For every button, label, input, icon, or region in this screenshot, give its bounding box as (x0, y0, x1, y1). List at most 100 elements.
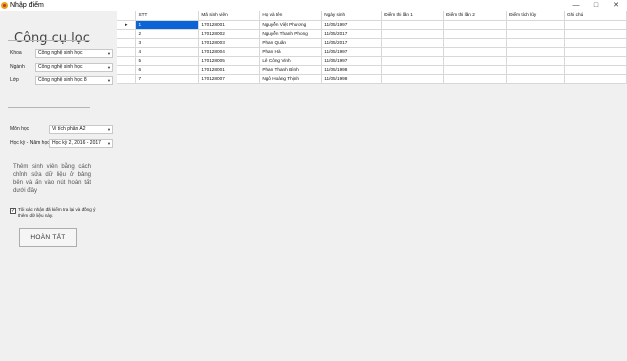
table-cell[interactable] (381, 38, 445, 48)
table-row[interactable]: 4 170128004 Phan Hà 11/05/1997 (117, 47, 627, 57)
table-cell[interactable]: 11/05/2017 (321, 29, 383, 39)
lop-label: Lớp (10, 77, 19, 83)
table-cell[interactable]: Phan Quân (259, 38, 323, 48)
table-cell[interactable] (564, 56, 627, 66)
table-cell[interactable] (564, 38, 627, 48)
table-cell[interactable] (443, 29, 508, 39)
filter-sidebar: Công cụ lọc Khoa Công nghệ sinh học ▼ Ng… (0, 11, 117, 361)
table-cell[interactable] (443, 47, 508, 57)
nganh-select[interactable]: Công nghệ sinh học ▼ (35, 63, 113, 72)
hoc-ky-select[interactable]: Học kỳ 2, 2016 - 2017 ▼ (49, 139, 113, 148)
table-cell[interactable]: 170128007 (198, 74, 261, 84)
column-header[interactable]: Ghi chú (564, 11, 627, 21)
lop-select[interactable]: Công nghệ sinh học 8 ▼ (35, 76, 113, 85)
table-cell[interactable] (506, 38, 566, 48)
table-cell[interactable] (564, 20, 627, 30)
table-cell[interactable]: Ngô Hoàng Thịnh (259, 74, 323, 84)
table-cell[interactable]: 170128003 (198, 38, 261, 48)
table-cell[interactable]: Lê Công Vinh (259, 56, 323, 66)
maximize-button[interactable]: □ (586, 0, 606, 11)
table-cell[interactable]: 1 (135, 20, 200, 30)
table-cell[interactable]: Nguyễn Việt Phương (259, 20, 323, 30)
column-header[interactable]: Ngày sinh (321, 11, 383, 21)
table-cell[interactable] (506, 56, 566, 66)
table-cell[interactable]: Phan Hà (259, 47, 323, 57)
table-cell[interactable]: 3 (135, 38, 200, 48)
table-row[interactable]: 7 170128007 Ngô Hoàng Thịnh 11/05/1998 (117, 74, 627, 84)
title-bar: Nhập điểm — □ ✕ (0, 0, 627, 11)
table-cell[interactable] (506, 20, 566, 30)
table-cell[interactable] (381, 65, 445, 75)
app-icon (1, 2, 8, 9)
table-cell[interactable] (564, 74, 627, 84)
table-cell[interactable]: 2 (135, 29, 200, 39)
table-cell[interactable]: 170128002 (198, 29, 261, 39)
row-header[interactable] (117, 74, 137, 84)
table-cell[interactable] (381, 74, 445, 84)
table-row[interactable]: 3 170128003 Phan Quân 11/05/2017 (117, 38, 627, 48)
table-cell[interactable] (564, 47, 627, 57)
table-cell[interactable] (443, 65, 508, 75)
table-cell[interactable] (506, 74, 566, 84)
table-cell[interactable]: 11/05/1997 (321, 56, 383, 66)
table-row[interactable]: 6 170128001 Phan Thanh Bình 11/05/1998 (117, 65, 627, 75)
row-header[interactable] (117, 29, 137, 39)
mon-hoc-select[interactable]: Vi tích phân A2 ▼ (49, 125, 113, 134)
table-cell[interactable] (381, 56, 445, 66)
instruction-text: Thêm sinh viên bằng cách chỉnh sửa dữ li… (13, 164, 91, 194)
minimize-button[interactable]: — (566, 0, 586, 11)
column-header[interactable]: Điểm thi lần 1 (381, 11, 445, 21)
divider-middle (8, 107, 90, 108)
table-cell[interactable] (506, 29, 566, 39)
table-cell[interactable] (443, 20, 508, 30)
mon-hoc-value: Vi tích phân A2 (52, 126, 86, 132)
table-cell[interactable]: 11/05/1997 (321, 47, 383, 57)
table-cell[interactable]: 11/05/1997 (321, 20, 383, 30)
table-cell[interactable] (381, 29, 445, 39)
table-cell[interactable]: 7 (135, 74, 200, 84)
table-cell[interactable] (564, 29, 627, 39)
table-cell[interactable] (506, 65, 566, 75)
done-button[interactable]: HOÀN TẤT (19, 228, 77, 247)
table-cell[interactable]: Nguyễn Thanh Phong (259, 29, 323, 39)
table-cell[interactable] (506, 47, 566, 57)
row-header[interactable] (117, 56, 137, 66)
row-header[interactable] (117, 65, 137, 75)
column-header[interactable]: Họ và tên (259, 11, 323, 21)
table-cell[interactable] (443, 74, 508, 84)
column-header[interactable]: Điểm tích lũy (506, 11, 566, 21)
table-cell[interactable] (381, 20, 445, 30)
table-cell[interactable]: 170128005 (198, 56, 261, 66)
panel-title: Công cụ lọc (14, 31, 90, 46)
khoa-value: Công nghệ sinh học (38, 50, 83, 56)
table-cell[interactable]: 11/05/1998 (321, 65, 383, 75)
table-row[interactable]: ▸ 1 170128001 Nguyễn Việt Phương 11/05/1997 (117, 20, 627, 30)
table-cell[interactable]: 11/05/2017 (321, 38, 383, 48)
table-cell[interactable]: 170128001 (198, 20, 261, 30)
close-button[interactable]: ✕ (606, 0, 626, 11)
table-cell[interactable] (443, 38, 508, 48)
chevron-down-icon: ▼ (107, 127, 111, 132)
khoa-select[interactable]: Công nghệ sinh học ▼ (35, 49, 113, 58)
table-cell[interactable]: 5 (135, 56, 200, 66)
row-header[interactable]: ▸ (117, 20, 137, 30)
table-cell[interactable]: 6 (135, 65, 200, 75)
row-header[interactable] (117, 47, 137, 57)
confirm-checkbox[interactable]: ✓ (10, 208, 16, 214)
table-cell[interactable]: 11/05/1998 (321, 74, 383, 84)
chevron-down-icon: ▼ (107, 51, 111, 56)
table-cell[interactable]: 4 (135, 47, 200, 57)
table-cell[interactable]: 170128004 (198, 47, 261, 57)
table-cell[interactable] (564, 65, 627, 75)
table-cell[interactable]: Phan Thanh Bình (259, 65, 323, 75)
column-header[interactable]: Mã sinh viên (198, 11, 261, 21)
row-header[interactable] (117, 38, 137, 48)
table-cell[interactable] (381, 47, 445, 57)
hoc-ky-value: Học kỳ 2, 2016 - 2017 (52, 140, 101, 146)
column-header[interactable]: Điểm thi lần 2 (443, 11, 508, 21)
column-header[interactable]: STT (135, 11, 200, 21)
table-cell[interactable] (443, 56, 508, 66)
table-cell[interactable]: 170128001 (198, 65, 261, 75)
table-row[interactable]: 2 170128002 Nguyễn Thanh Phong 11/05/2017 (117, 29, 627, 39)
table-row[interactable]: 5 170128005 Lê Công Vinh 11/05/1997 (117, 56, 627, 66)
